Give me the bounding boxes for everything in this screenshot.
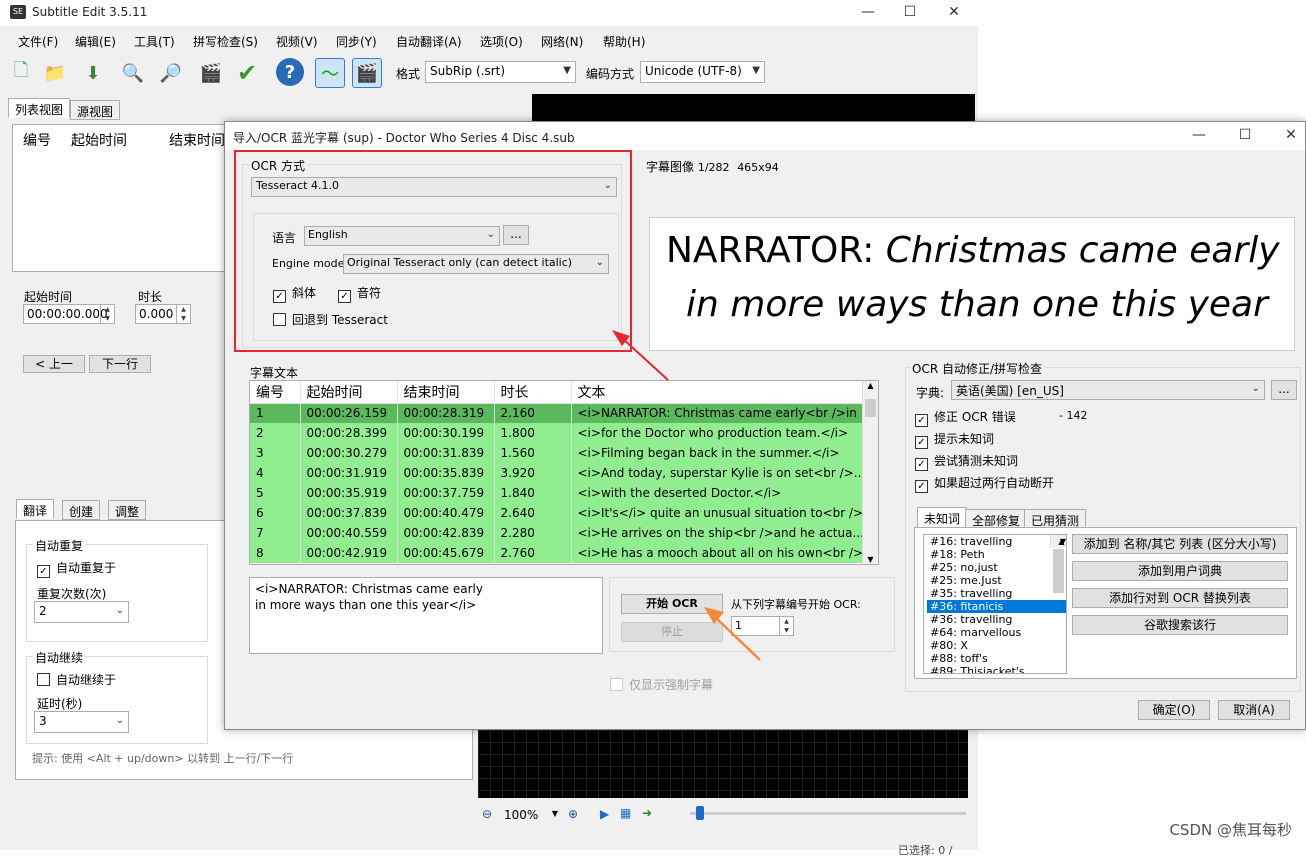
annotation-arrows <box>0 0 1306 850</box>
watermark: CSDN @焦耳每秒 <box>1169 819 1292 840</box>
red-arrow-line <box>622 338 668 380</box>
orange-arrow-line <box>714 616 760 660</box>
